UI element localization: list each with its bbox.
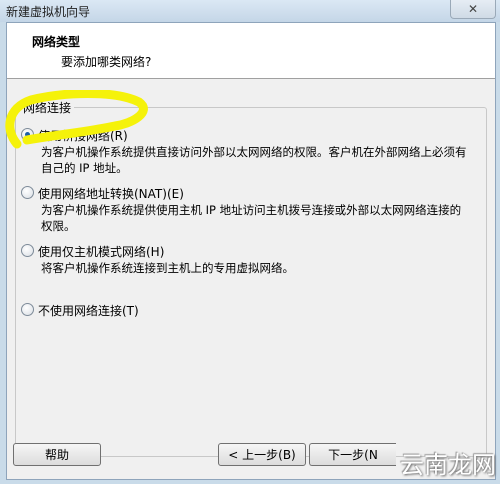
page-subtitle: 要添加哪类网络? <box>61 55 152 69</box>
help-button-label: 帮助 <box>44 448 69 462</box>
nat-label[interactable]: 使用网络地址转换(NAT)(E) <box>38 185 184 202</box>
no-network-radio[interactable] <box>21 303 34 316</box>
next-button-label: 下一步(N <box>328 448 378 462</box>
group-title: 网络连接 <box>20 99 75 116</box>
bridged-label[interactable]: 使用桥接网络(R) <box>38 127 128 144</box>
no-network-label[interactable]: 不使用网络连接(T) <box>38 302 139 319</box>
close-icon: ✕ <box>467 2 479 16</box>
page-title: 网络类型 <box>32 35 81 49</box>
next-button[interactable]: 下一步(N <box>309 443 396 466</box>
title-bar: 新建虚拟机向导 ✕ <box>0 0 500 22</box>
host-only-radio[interactable] <box>21 244 34 257</box>
close-button[interactable]: ✕ <box>450 0 496 19</box>
host-only-label[interactable]: 使用仅主机模式网络(H) <box>38 243 164 260</box>
wizard-dialog: 网络类型 要添加哪类网络? 网络连接 使用桥接网络(R) 为客户机操作系统提供直… <box>6 22 496 480</box>
nat-radio[interactable] <box>21 186 34 199</box>
back-button-label: < 上一步(B) <box>228 448 296 462</box>
window-title: 新建虚拟机向导 <box>6 5 91 19</box>
wizard-header: 网络类型 要添加哪类网络? <box>7 23 495 79</box>
back-button[interactable]: < 上一步(B) <box>218 443 306 466</box>
bridged-radio[interactable] <box>21 128 34 141</box>
host-only-description: 将客户机操作系统连接到主机上的专用虚拟网络。 <box>41 261 294 275</box>
help-button[interactable]: 帮助 <box>13 443 101 466</box>
bridged-description: 为客户机操作系统提供直接访问外部以太网网络的权限。客户机在外部网络上必须有自己的… <box>41 145 467 175</box>
nat-description: 为客户机操作系统提供使用主机 IP 地址访问主机拨号连接或外部以太网网络连接的权… <box>41 203 462 233</box>
